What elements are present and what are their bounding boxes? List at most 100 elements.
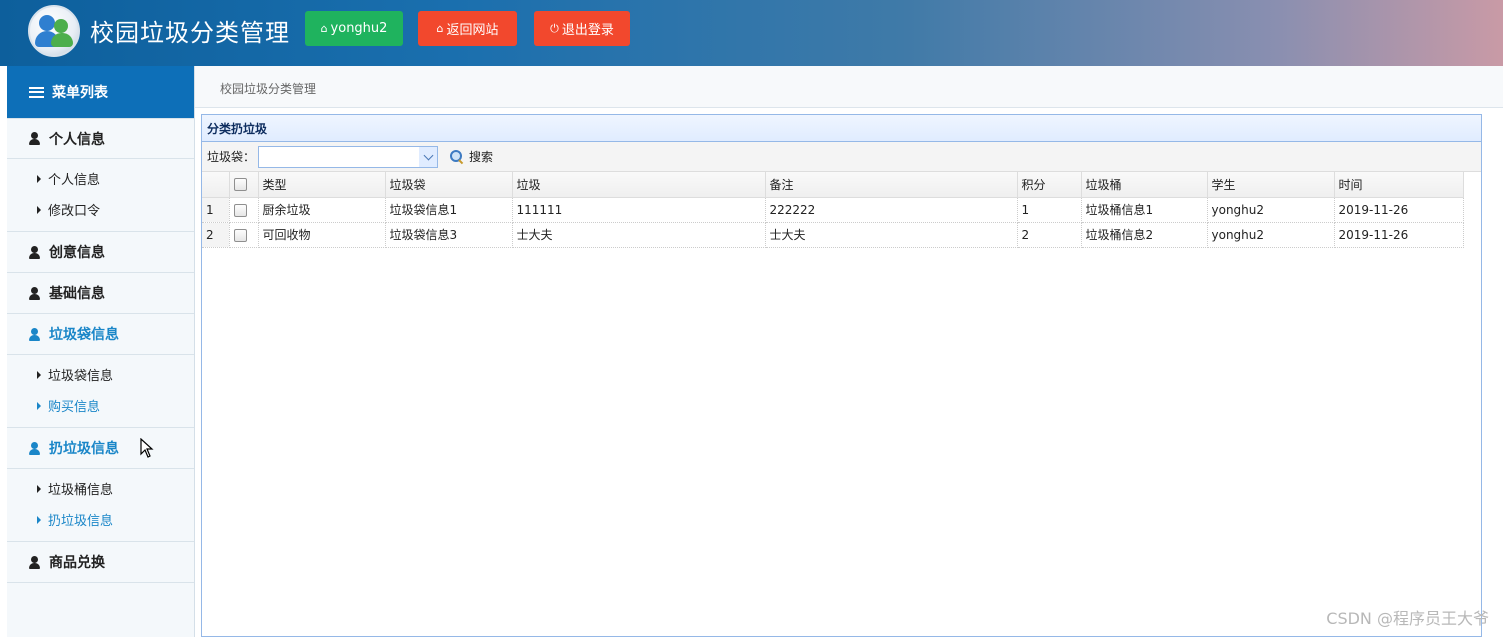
search-button-label: 搜索: [469, 150, 494, 164]
sidebar-group-basic-info[interactable]: 基础信息: [7, 273, 194, 314]
chevron-down-icon[interactable]: [419, 146, 438, 167]
sidebar-item-label: 垃圾袋信息: [48, 369, 114, 384]
sidebar-item-label: 购买信息: [48, 400, 101, 415]
sidebar-group-creative-info[interactable]: 创意信息: [7, 232, 194, 273]
menu-list-icon: [29, 86, 44, 98]
column-header[interactable]: 垃圾: [512, 172, 766, 198]
top-header: 校园垃圾分类管理 ⌂ yonghu2 ⌂ 返回网站 ⏻ 退出登录: [0, 0, 1503, 66]
home-icon: ⌂: [436, 22, 444, 35]
table-cell: yonghu2: [1207, 197, 1335, 223]
user-button[interactable]: ⌂ yonghu2: [305, 11, 403, 46]
sidebar-item-change-password[interactable]: 修改口令: [7, 194, 194, 225]
caret-right-icon: [37, 401, 41, 410]
table-cell: yonghu2: [1207, 222, 1335, 248]
data-table: 类型 垃圾袋 垃圾 备注 积分 垃圾桶 学生 时间 1 厨余垃圾 垃圾袋信息1 …: [202, 172, 1464, 248]
breadcrumb: 校园垃圾分类管理: [220, 82, 317, 96]
sidebar-group-label: 商品兑换: [49, 555, 105, 571]
logout-button[interactable]: ⏻ 退出登录: [534, 11, 630, 46]
row-number: 1: [202, 197, 230, 223]
user-icon: [29, 441, 40, 455]
sidebar: 菜单列表 个人信息 个人信息 修改口令 创意信息 基础信息 垃圾袋信息 垃圾袋信…: [7, 66, 195, 637]
row-number: 2: [202, 222, 230, 248]
table-cell: 垃圾袋信息3: [385, 222, 513, 248]
caret-right-icon: [37, 484, 41, 493]
sidebar-item-purchase-info[interactable]: 购买信息: [7, 390, 194, 421]
table-cell: 111111: [512, 197, 766, 223]
sidebar-item-garbage-bag-info[interactable]: 垃圾袋信息: [7, 359, 194, 390]
table-cell: 222222: [765, 197, 1018, 223]
sidebar-group-personal-info[interactable]: 个人信息: [7, 118, 194, 159]
sidebar-submenu: 垃圾桶信息 扔垃圾信息: [7, 469, 194, 542]
table-cell: 垃圾袋信息1: [385, 197, 513, 223]
sidebar-item-throw-garbage-info[interactable]: 扔垃圾信息: [7, 504, 194, 535]
row-checkbox[interactable]: [229, 197, 259, 223]
caret-right-icon: [37, 515, 41, 524]
column-header[interactable]: 类型: [258, 172, 386, 198]
watermark: CSDN @程序员王大爷: [1326, 609, 1489, 628]
table-cell: 可回收物: [258, 222, 386, 248]
table-row[interactable]: 2 可回收物 垃圾袋信息3 士大夫 士大夫 2 垃圾桶信息2 yonghu2 2…: [202, 222, 1464, 248]
table-cell: 2019-11-26: [1334, 222, 1464, 248]
user-icon: [29, 555, 40, 569]
sidebar-group-throw-garbage-info[interactable]: 扔垃圾信息: [7, 428, 194, 469]
caret-right-icon: [37, 205, 41, 214]
select-all-checkbox[interactable]: [229, 172, 259, 198]
sidebar-group-label: 扔垃圾信息: [49, 441, 119, 457]
user-icon: [29, 327, 40, 341]
table-cell: 厨余垃圾: [258, 197, 386, 223]
table-cell: 士大夫: [512, 222, 766, 248]
search-icon: [450, 149, 464, 164]
caret-right-icon: [37, 174, 41, 183]
logout-button-label: 退出登录: [561, 23, 614, 38]
sidebar-group-label: 创意信息: [49, 245, 105, 261]
table-cell: 1: [1017, 197, 1082, 223]
row-number-header: [202, 172, 230, 198]
back-to-site-button[interactable]: ⌂ 返回网站: [418, 11, 517, 46]
column-header[interactable]: 备注: [765, 172, 1018, 198]
sidebar-item-label: 修改口令: [48, 204, 101, 219]
sidebar-group-label: 垃圾袋信息: [49, 327, 119, 343]
back-button-label: 返回网站: [446, 23, 499, 38]
app-title: 校园垃圾分类管理: [90, 19, 290, 47]
table-header-row: 类型 垃圾袋 垃圾 备注 积分 垃圾桶 学生 时间: [202, 172, 1464, 198]
table-cell: 2019-11-26: [1334, 197, 1464, 223]
search-button[interactable]: 搜索: [450, 148, 493, 165]
column-header[interactable]: 时间: [1334, 172, 1464, 198]
sidebar-item-garbage-bin-info[interactable]: 垃圾桶信息: [7, 473, 194, 504]
user-icon: [29, 132, 40, 145]
sidebar-group-label: 基础信息: [49, 286, 105, 302]
panel-title: 分类扔垃圾: [202, 115, 1481, 142]
sidebar-item-label: 扔垃圾信息: [48, 514, 114, 529]
user-icon: [29, 245, 40, 259]
menu-header: 菜单列表: [7, 66, 194, 118]
sidebar-group-label: 个人信息: [49, 131, 105, 148]
sidebar-group-goods-exchange[interactable]: 商品兑换: [7, 542, 194, 583]
datagrid-panel: 分类扔垃圾 垃圾袋： 搜索 类型 垃圾袋 垃圾 备注 积分 垃圾桶 学生 时间 …: [201, 114, 1482, 637]
sidebar-submenu: 个人信息 修改口令: [7, 159, 194, 232]
column-header[interactable]: 学生: [1207, 172, 1335, 198]
filter-toolbar: 垃圾袋： 搜索: [202, 142, 1481, 172]
garbage-bag-select[interactable]: [258, 145, 439, 168]
sidebar-item-label: 垃圾桶信息: [48, 483, 114, 498]
table-cell: 垃圾桶信息1: [1081, 197, 1208, 223]
home-icon: ⌂: [320, 22, 328, 35]
app-logo-icon: [28, 5, 80, 57]
table-cell: 2: [1017, 222, 1082, 248]
sidebar-group-garbage-bag-info[interactable]: 垃圾袋信息: [7, 314, 194, 355]
column-header[interactable]: 积分: [1017, 172, 1082, 198]
sidebar-item-label: 个人信息: [48, 173, 101, 188]
table-cell: 垃圾桶信息2: [1081, 222, 1208, 248]
user-button-label: yonghu2: [330, 21, 388, 36]
sidebar-item-personal-info[interactable]: 个人信息: [7, 163, 194, 194]
user-icon: [29, 286, 40, 300]
table-cell: 士大夫: [765, 222, 1018, 248]
column-header[interactable]: 垃圾袋: [385, 172, 513, 198]
caret-right-icon: [37, 370, 41, 379]
breadcrumb-bar: 校园垃圾分类管理: [195, 66, 1503, 108]
table-row[interactable]: 1 厨余垃圾 垃圾袋信息1 111111 222222 1 垃圾桶信息1 yon…: [202, 197, 1464, 223]
filter-label: 垃圾袋：: [207, 150, 256, 164]
column-header[interactable]: 垃圾桶: [1081, 172, 1208, 198]
row-checkbox[interactable]: [229, 222, 259, 248]
power-icon: ⏻: [550, 21, 559, 35]
menu-title: 菜单列表: [52, 85, 108, 101]
